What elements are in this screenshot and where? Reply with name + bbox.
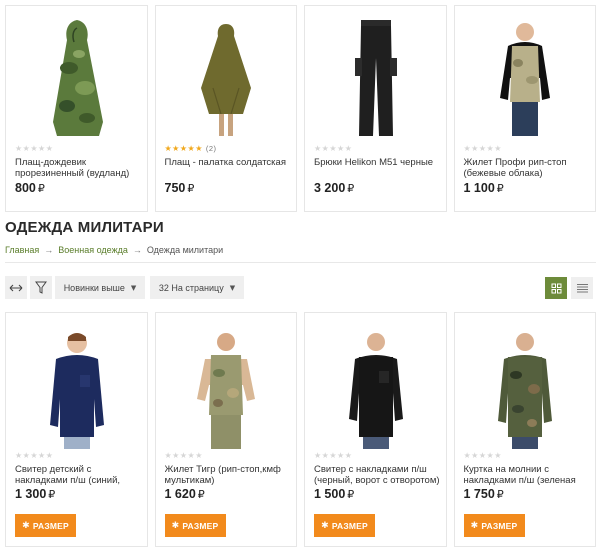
product-grid: ★★★★★ Свитер детский с накладками п/ш (с… <box>5 312 596 547</box>
filter-icon <box>35 281 47 294</box>
product-image-olive-cape[interactable] <box>166 14 287 138</box>
product-price: 800 ₽ <box>15 181 45 195</box>
product-image-black-sweater-man[interactable] <box>315 323 436 449</box>
product-card[interactable]: ★★★★★ Свитер с накладками п/ш (черный, в… <box>304 312 447 547</box>
product-price: 1 620 ₽ <box>164 487 205 501</box>
product-price: 1 500 ₽ <box>314 487 355 501</box>
star-icon: ★★★★★ <box>463 451 502 460</box>
divider <box>5 262 596 263</box>
product-card[interactable]: ★★★★★ Жилет Тигр (рип-стоп,кмф мультикам… <box>154 312 297 547</box>
filter-button[interactable] <box>30 276 52 299</box>
product-card[interactable]: ★★★★★ Плащ-дождевик прорезиненный (вудла… <box>5 5 148 212</box>
top-product-row: ★★★★★ Плащ-дождевик прорезиненный (вудла… <box>5 5 596 212</box>
product-name[interactable]: Свитер с накладками п/ш (черный, ворот с… <box>314 464 440 486</box>
star-icon: ★★★★★ <box>15 451 54 460</box>
product-name[interactable]: Брюки Helikon M51 черные <box>314 157 440 168</box>
product-card[interactable]: ★★★★★ Свитер детский с накладками п/ш (с… <box>5 312 148 547</box>
product-image-camo-poncho[interactable] <box>16 14 137 138</box>
product-price: 3 200 ₽ <box>314 181 355 195</box>
rating-stars: ★★★★★ <box>15 144 53 153</box>
catalog-toolbar: Новинки выше ▼ 32 На страницу ▼ <box>5 276 244 299</box>
rating-stars: ★★★★★ <box>314 144 352 153</box>
gear-icon: ✱ <box>171 520 180 531</box>
product-name[interactable]: Плащ-дождевик прорезиненный (вудланд) <box>15 157 141 179</box>
sort-label: Новинки выше <box>63 282 125 293</box>
star-icon: ★★★★★ <box>164 451 203 460</box>
rating-stars: ★★★★★ (2) <box>164 144 217 153</box>
product-image-black-trousers[interactable] <box>315 14 436 138</box>
product-name[interactable]: Куртка на молнии с накладками п/ш (зелен… <box>464 464 590 486</box>
per-page-label: 32 На страницу <box>158 282 224 293</box>
product-price: 750 ₽ <box>164 181 195 195</box>
product-price: 1 750 ₽ <box>463 487 504 501</box>
product-card[interactable]: ★★★★★ Куртка на молнии с накладками п/ш … <box>453 312 596 547</box>
product-name[interactable]: Свитер детский с накладками п/ш (синий, <box>15 464 141 486</box>
product-price: 1 100 ₽ <box>463 181 504 195</box>
product-name[interactable]: Жилет Тигр (рип-стоп,кмф мультикам) <box>165 464 291 486</box>
per-page-dropdown[interactable]: 32 На страницу ▼ <box>150 276 244 299</box>
breadcrumb-link-military-clothing[interactable]: Военная одежда <box>58 245 128 255</box>
gear-icon: ✱ <box>470 520 479 531</box>
product-name[interactable]: Жилет Профи рип-стоп (бежевые облака) <box>464 157 590 179</box>
size-button[interactable]: ✱ РАЗМЕР <box>164 514 226 537</box>
expand-width-button[interactable] <box>5 276 27 299</box>
product-image-navy-sweater-child[interactable] <box>16 323 137 449</box>
rating-stars: ★★★★★ <box>464 144 502 153</box>
product-card[interactable]: ★★★★★ (2) Плащ - палатка солдатская 750 ₽ <box>154 5 297 212</box>
caret-down-icon: ▼ <box>229 283 236 292</box>
product-name[interactable]: Плащ - палатка солдатская <box>165 157 291 168</box>
product-image-camo-jacket-man[interactable] <box>465 323 586 449</box>
grid-icon <box>551 283 561 293</box>
star-icon: ★★★★★ <box>15 144 54 153</box>
star-icon: ★★★★★ <box>314 451 353 460</box>
sort-dropdown[interactable]: Новинки выше ▼ <box>55 276 145 299</box>
rating-stars: ★★★★★ <box>165 451 203 460</box>
size-button[interactable]: ✱ РАЗМЕР <box>463 514 525 537</box>
rating-stars: ★★★★★ <box>464 451 502 460</box>
product-image-multicam-vest-man[interactable] <box>166 323 287 449</box>
product-price: 1 300 ₽ <box>15 487 56 501</box>
star-icon: ★★★★★ <box>463 144 502 153</box>
gear-icon: ✱ <box>321 520 329 531</box>
grid-view-button[interactable] <box>545 277 567 299</box>
breadcrumb: Главная → Военная одежда → Одежда милитари <box>5 245 223 255</box>
product-card[interactable]: ★★★★★ Жилет Профи рип-стоп (бежевые обла… <box>453 5 596 212</box>
rating-stars: ★★★★★ <box>15 451 53 460</box>
size-button[interactable]: ✱ РАЗМЕР <box>314 514 375 537</box>
breadcrumb-separator: → <box>132 245 142 255</box>
list-view-button[interactable] <box>571 277 593 299</box>
breadcrumb-current: Одежда милитари <box>146 245 224 255</box>
gear-icon: ✱ <box>22 520 30 531</box>
star-icon: ★★★★★ <box>164 144 203 153</box>
list-icon <box>576 284 588 293</box>
size-button[interactable]: ✱ РАЗМЕР <box>15 514 76 537</box>
caret-down-icon: ▼ <box>130 283 137 292</box>
horizontal-arrows-icon <box>9 284 23 291</box>
product-image-camo-vest-man[interactable] <box>465 14 586 138</box>
rating-stars: ★★★★★ <box>314 451 352 460</box>
breadcrumb-link-home[interactable]: Главная <box>5 245 39 255</box>
page-title: ОДЕЖДА МИЛИТАРИ <box>5 219 164 236</box>
star-icon: ★★★★★ <box>314 144 353 153</box>
product-card[interactable]: ★★★★★ Брюки Helikon M51 черные 3 200 ₽ <box>304 5 447 212</box>
breadcrumb-separator: → <box>44 245 54 255</box>
